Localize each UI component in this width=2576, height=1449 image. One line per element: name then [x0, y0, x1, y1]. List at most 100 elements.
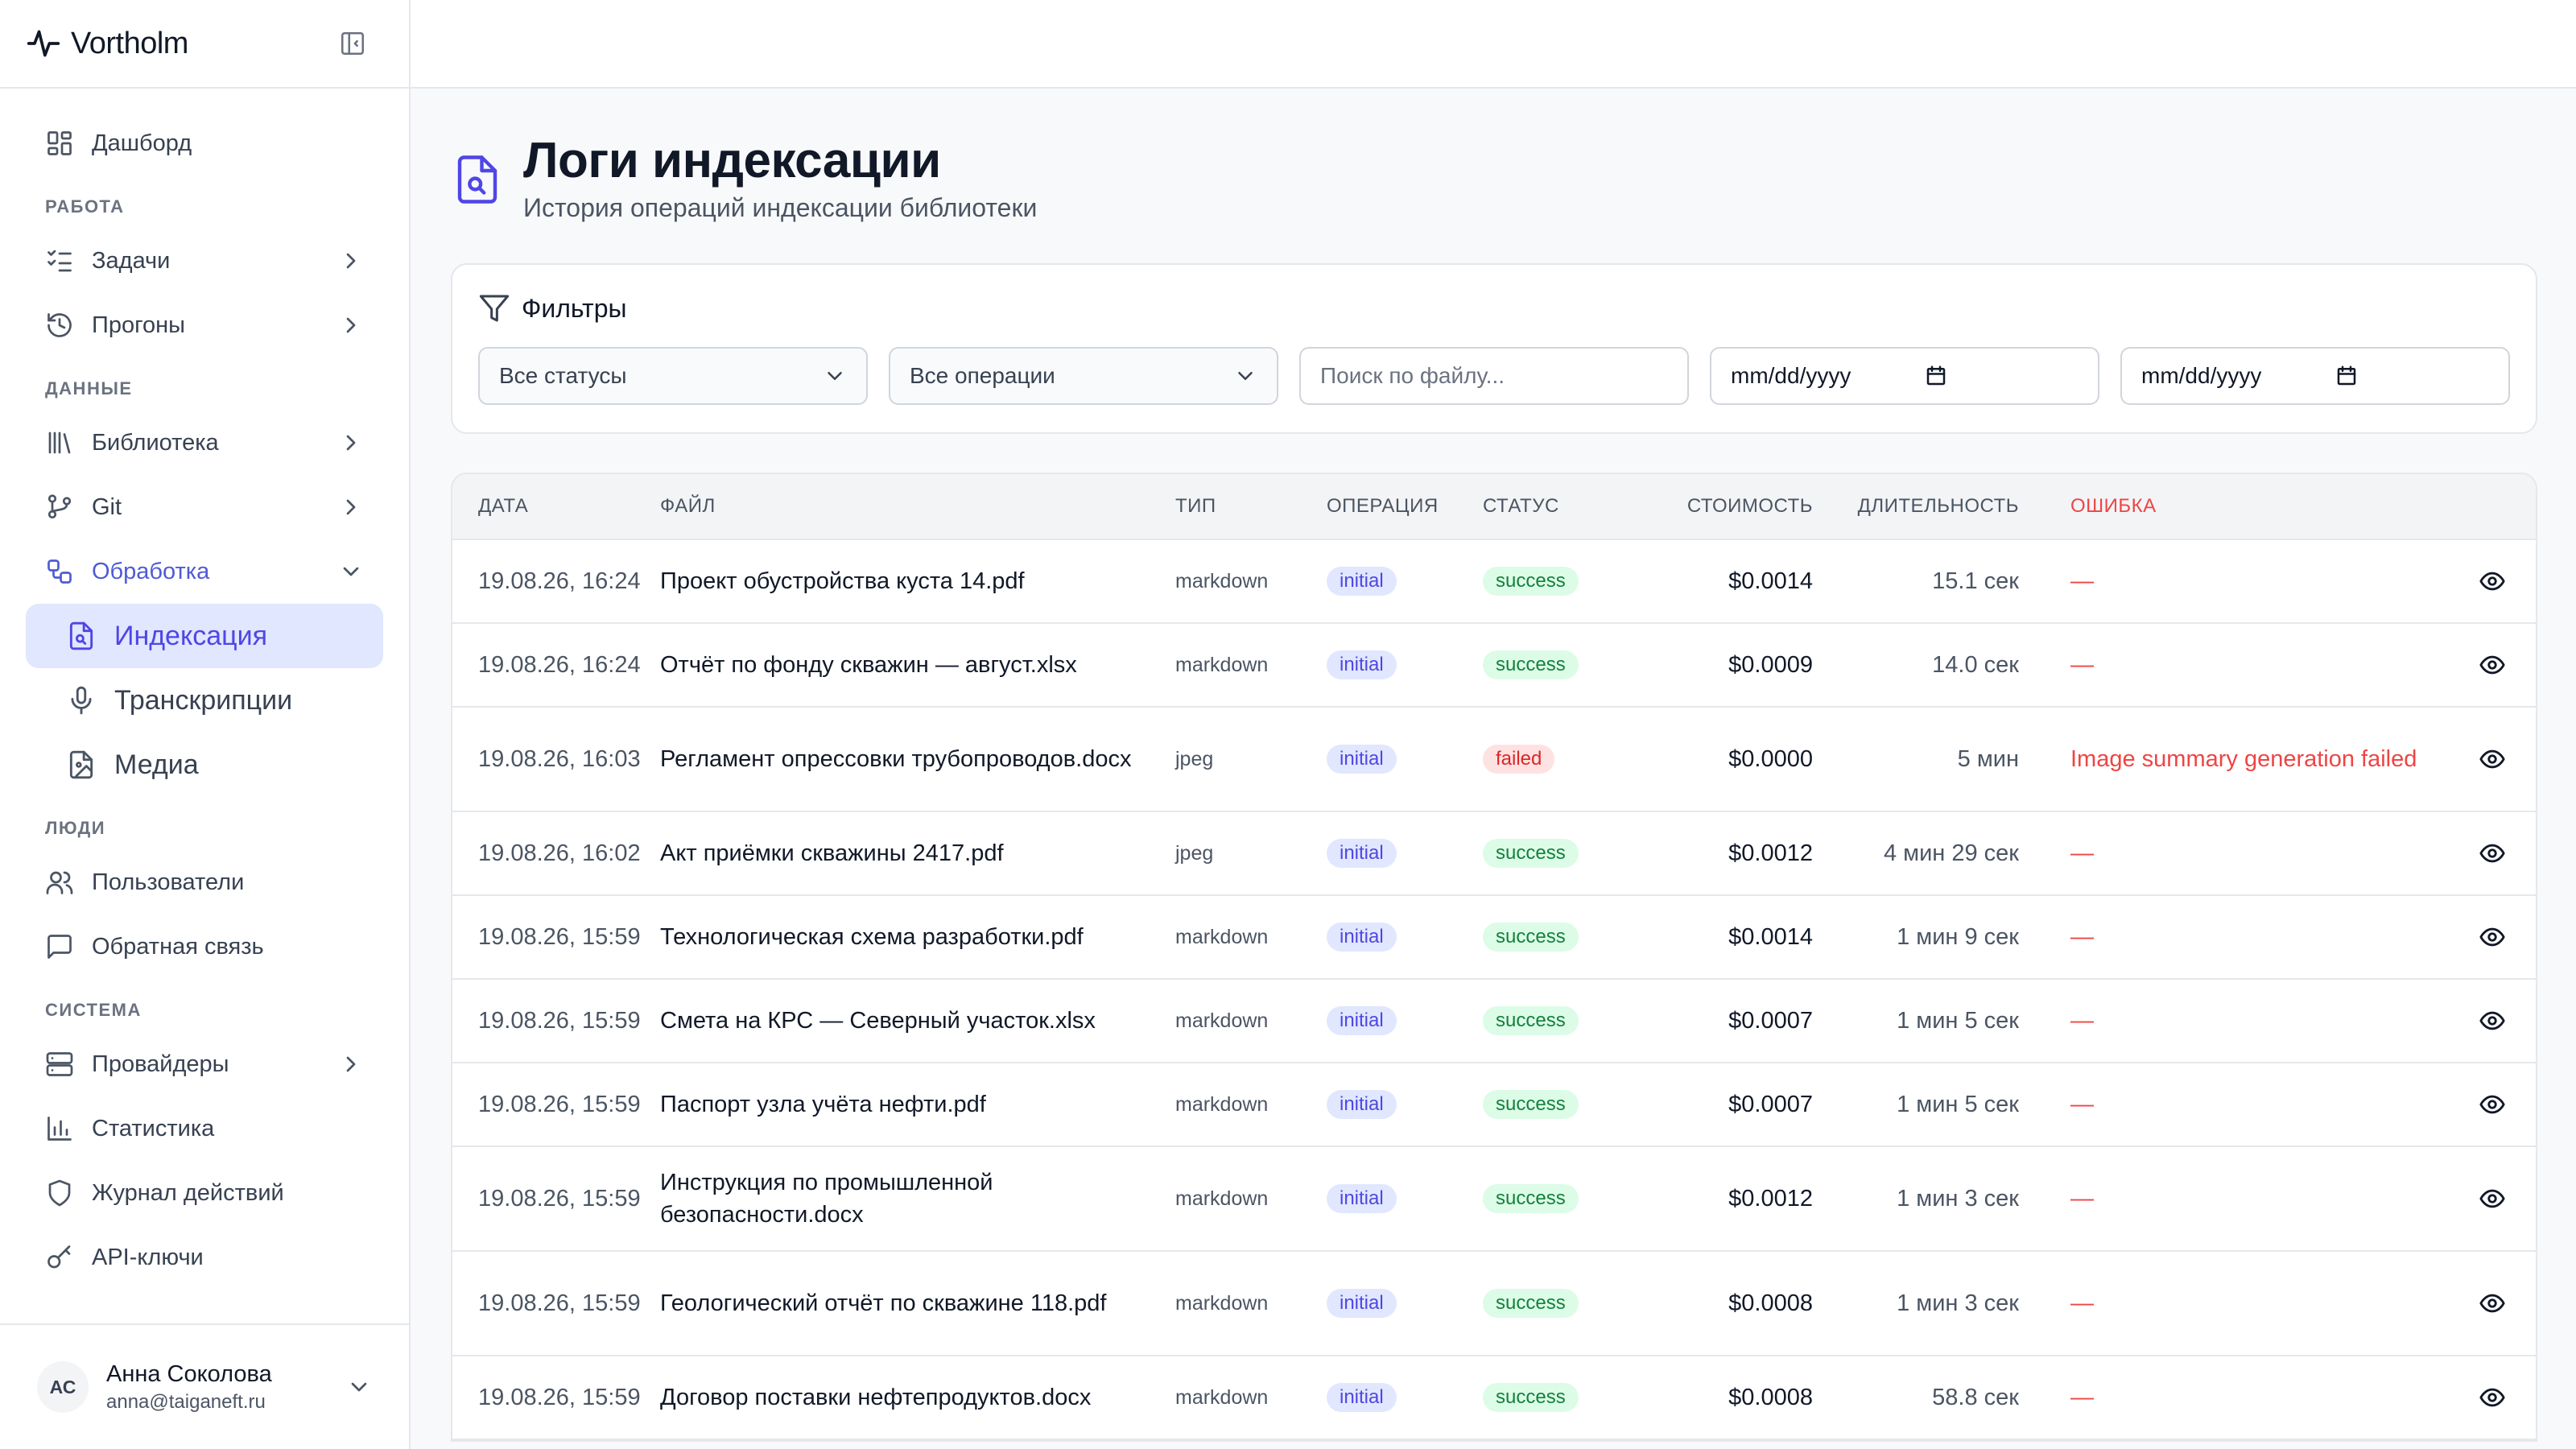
- cell-actions: [2454, 840, 2531, 867]
- sidebar-nav: Дашборд РАБОТА Задачи Прогоны ДАННЫЕ Биб…: [0, 90, 409, 1323]
- cell-duration: 14.0 сек: [1932, 651, 2019, 678]
- nav-label: Журнал действий: [92, 1179, 284, 1206]
- cell-date: 19.08.26, 16:02: [478, 840, 641, 866]
- col-file[interactable]: ФАЙЛ: [660, 490, 1175, 522]
- sidebar-collapse-button[interactable]: [336, 27, 369, 60]
- cell-date: 19.08.26, 15:59: [478, 1384, 641, 1410]
- eye-icon[interactable]: [2479, 1384, 2506, 1411]
- cell-status: success: [1483, 1184, 1641, 1213]
- cell-actions: [2454, 923, 2531, 951]
- eye-icon[interactable]: [2479, 1290, 2506, 1317]
- nav-item-dashboard[interactable]: Дашборд: [26, 111, 383, 175]
- nav-item-feedback[interactable]: Обратная связь: [26, 914, 383, 979]
- col-type[interactable]: ТИП: [1175, 495, 1327, 518]
- nav-item-processing[interactable]: Обработка: [26, 539, 383, 604]
- nav-sub-indexing[interactable]: Индексация: [26, 604, 383, 668]
- cell-operation: initial: [1327, 567, 1483, 596]
- nav-item-api-keys[interactable]: API-ключи: [26, 1225, 383, 1290]
- table-row[interactable]: 19.08.26, 15:59 Договор поставки нефтепр…: [452, 1356, 2536, 1440]
- nav-item-git[interactable]: Git: [26, 475, 383, 539]
- activity-logo-icon: [27, 30, 60, 57]
- table-row[interactable]: 19.08.26, 16:02 Акт приёмки скважины 241…: [452, 812, 2536, 896]
- cell-date: 19.08.26, 15:59: [478, 1290, 641, 1316]
- microphone-icon: [71, 686, 92, 715]
- eye-icon[interactable]: [2479, 1007, 2506, 1034]
- nav-item-tasks[interactable]: Задачи: [26, 229, 383, 293]
- user-info: Анна Соколова anna@taiganeft.ru: [106, 1361, 346, 1414]
- col-status[interactable]: СТАТУС: [1483, 495, 1641, 518]
- nav-item-runs[interactable]: Прогоны: [26, 293, 383, 357]
- nav-item-audit-log[interactable]: Журнал действий: [26, 1161, 383, 1225]
- shield-icon: [48, 1179, 71, 1207]
- col-duration[interactable]: ДЛИТЕЛЬНОСТЬ: [1813, 495, 2019, 518]
- operation-badge: initial: [1327, 1289, 1397, 1318]
- table-row[interactable]: 19.08.26, 15:59 Смета на КРС — Северный …: [452, 980, 2536, 1063]
- status-select[interactable]: Все статусы: [478, 347, 868, 405]
- cell-cost: $0.0007: [1728, 1007, 1813, 1034]
- cell-error: —: [2070, 840, 2094, 866]
- table-row[interactable]: 19.08.26, 15:59 Инструкция по промышленн…: [452, 1147, 2536, 1252]
- nav-sub-media[interactable]: Медиа: [26, 733, 383, 797]
- eye-icon[interactable]: [2479, 840, 2506, 867]
- message-square-icon: [47, 935, 72, 959]
- table-row[interactable]: 19.08.26, 15:59 Паспорт узла учёта нефти…: [452, 1063, 2536, 1147]
- cell-file: Геологический отчёт по скважине 118.pdf: [660, 1290, 1107, 1316]
- table-row[interactable]: 19.08.26, 15:59 Технологическая схема ра…: [452, 896, 2536, 980]
- col-cost[interactable]: СТОИМОСТЬ: [1641, 495, 1813, 518]
- cell-cost: $0.0012: [1728, 840, 1813, 866]
- table-row[interactable]: 19.08.26, 16:03 Регламент опрессовки тру…: [452, 708, 2536, 812]
- calendar-icon[interactable]: [1924, 364, 1948, 388]
- cell-file: Инструкция по промышленной безопасности.…: [660, 1170, 993, 1228]
- user-menu[interactable]: АС Анна Соколова anna@taiganeft.ru: [0, 1323, 409, 1449]
- eye-icon[interactable]: [2479, 568, 2506, 595]
- nav-item-library[interactable]: Библиотека: [26, 411, 383, 475]
- cell-status: success: [1483, 1383, 1641, 1412]
- eye-icon[interactable]: [2479, 745, 2506, 773]
- cell-file: Регламент опрессовки трубопроводов.docx: [660, 746, 1132, 772]
- status-badge: success: [1483, 839, 1579, 868]
- eye-icon[interactable]: [2479, 1091, 2506, 1118]
- table-row[interactable]: 19.08.26, 16:24 Отчёт по фонду скважин —…: [452, 624, 2536, 708]
- cell-error: Image summary generation failed: [2070, 745, 2417, 772]
- git-branch-icon: [47, 494, 72, 519]
- cell-file: Проект обустройства куста 14.pdf: [660, 568, 1025, 594]
- chevron-right-icon: [346, 253, 356, 269]
- status-badge: success: [1483, 650, 1579, 679]
- col-date[interactable]: ДАТА: [452, 495, 660, 518]
- cell-status: success: [1483, 839, 1641, 868]
- file-search-input[interactable]: Поиск по файлу...: [1299, 347, 1689, 405]
- table-row[interactable]: 19.08.26, 15:59 Геологический отчёт по с…: [452, 1252, 2536, 1356]
- eye-icon[interactable]: [2479, 651, 2506, 679]
- chevron-right-icon: [346, 317, 356, 333]
- cell-duration: 15.1 сек: [1932, 568, 2019, 594]
- nav-sub-transcriptions[interactable]: Транскрипции: [26, 668, 383, 733]
- date-to-value: mm/dd/yyyy: [2141, 363, 2262, 388]
- cell-operation: initial: [1327, 1090, 1483, 1119]
- eye-icon[interactable]: [2479, 923, 2506, 951]
- table-row[interactable]: 19.08.26, 16:24 Проект обустройства куст…: [452, 540, 2536, 624]
- nav-item-statistics[interactable]: Статистика: [26, 1096, 383, 1161]
- cell-duration: 5 мин: [1957, 745, 2019, 772]
- sidebar: Vortholm Дашборд РАБОТА Задачи Прогоны Д…: [0, 0, 411, 1449]
- cell-cost: $0.0008: [1728, 1290, 1813, 1316]
- cell-error: —: [2070, 1007, 2094, 1034]
- nav-label: Транскрипции: [114, 684, 293, 716]
- date-to-input[interactable]: mm/dd/yyyy: [2120, 347, 2510, 405]
- col-error[interactable]: ОШИБКА: [2019, 495, 2454, 518]
- panel-collapse-icon: [341, 31, 365, 56]
- nav-label: API-ключи: [92, 1244, 204, 1270]
- nav-label: Дашборд: [92, 130, 192, 156]
- cell-operation: initial: [1327, 1184, 1483, 1213]
- nav-item-users[interactable]: Пользователи: [26, 850, 383, 914]
- brand-header: Vortholm: [0, 0, 409, 89]
- eye-icon[interactable]: [2479, 1185, 2506, 1212]
- nav-item-providers[interactable]: Провайдеры: [26, 1032, 383, 1096]
- user-name: Анна Соколова: [106, 1360, 272, 1387]
- date-from-input[interactable]: mm/dd/yyyy: [1710, 347, 2099, 405]
- operation-select[interactable]: Все операции: [889, 347, 1278, 405]
- col-operation[interactable]: ОПЕРАЦИЯ: [1327, 495, 1483, 518]
- status-badge: success: [1483, 1383, 1579, 1412]
- calendar-icon[interactable]: [2334, 364, 2359, 388]
- cell-operation: initial: [1327, 1289, 1483, 1318]
- nav-label: Обратная связь: [92, 933, 264, 960]
